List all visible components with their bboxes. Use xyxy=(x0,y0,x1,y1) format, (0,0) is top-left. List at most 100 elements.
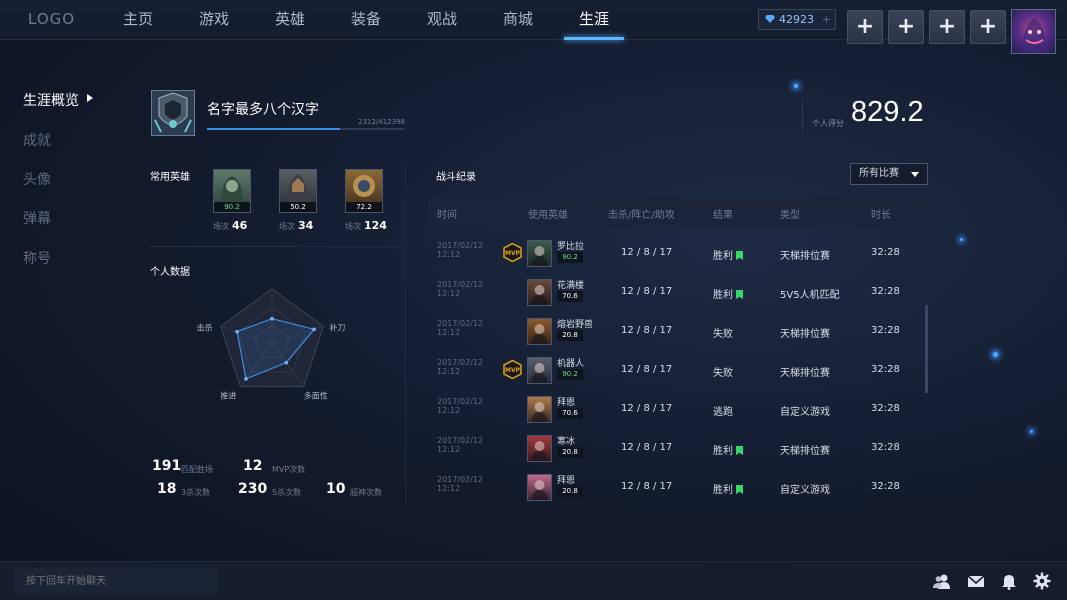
match-date: 2017/02/12 xyxy=(437,358,484,367)
hero-thumbnail xyxy=(527,357,552,384)
match-type: 自定义游戏 xyxy=(780,407,830,418)
match-kda: 12 / 8 / 17 xyxy=(621,364,673,375)
background-glow xyxy=(1030,430,1033,433)
match-time: 12:12 xyxy=(437,367,461,376)
column-header-result: 结果 xyxy=(713,210,733,221)
rank-emblem-icon xyxy=(151,90,195,136)
match-row[interactable]: 2017/02/12 12:12 MVP 机器人 90.2 12 / 8 / 17 失败 天梯… xyxy=(428,351,928,390)
match-filter-dropdown[interactable]: 所有比赛 xyxy=(850,163,928,185)
hero-name: 罗比拉 xyxy=(557,242,585,252)
common-hero-card[interactable]: 72.2 xyxy=(345,169,383,213)
match-row[interactable]: 2017/02/12 12:12 拜恩 20.8 12 / 8 / 17 胜利 自定义游戏 3… xyxy=(428,468,928,507)
stat-triple-kill-value: 18 xyxy=(157,481,177,497)
match-datetime: 2017/02/12 12:12 xyxy=(437,280,483,298)
nav-games[interactable]: 游戏 xyxy=(176,0,252,40)
match-result-text: 胜利 xyxy=(713,251,733,262)
common-heroes-title: 常用英雄 xyxy=(150,172,190,183)
common-hero-card[interactable]: 50.2 xyxy=(279,169,317,213)
match-result-text: 胜利 xyxy=(713,485,733,496)
hero-portrait-icon xyxy=(531,480,548,500)
nav-store[interactable]: 商城 xyxy=(480,0,556,40)
match-result-text: 胜利 xyxy=(713,446,733,457)
stat-match-wins-value: 191 xyxy=(152,458,182,474)
match-list-scrollbar[interactable] xyxy=(925,305,928,393)
hero-level: 20.8 xyxy=(557,447,583,458)
match-kda: 12 / 8 / 17 xyxy=(621,286,673,297)
avatar[interactable] xyxy=(1011,9,1056,54)
xp-progress-bar xyxy=(207,128,405,130)
score-value: 829.2 xyxy=(851,96,924,128)
match-datetime: 2017/02/12 12:12 xyxy=(437,475,483,493)
sidebar-item-overview[interactable]: 生涯概览 xyxy=(23,90,79,110)
hero-level: 70.6 xyxy=(557,291,583,302)
match-kda: 12 / 8 / 17 xyxy=(621,247,673,258)
match-type: 自定义游戏 xyxy=(780,485,830,496)
match-duration: 32:28 xyxy=(871,286,900,297)
match-row[interactable]: 2017/02/12 12:12 花满楼 70.6 12 / 8 / 17 胜利 5V5人机… xyxy=(428,273,928,312)
personal-data-title: 个人数据 xyxy=(150,267,190,278)
add-currency-button[interactable]: + xyxy=(822,10,831,29)
match-result-text: 逃跑 xyxy=(713,407,733,418)
hero-games: 场次 46 xyxy=(213,219,247,232)
friends-icon[interactable] xyxy=(933,572,951,590)
party-slot-4-button[interactable]: + xyxy=(970,10,1006,44)
column-header-duration: 时长 xyxy=(871,210,891,221)
hero-level: 50.2 xyxy=(280,202,316,212)
nav-equipment[interactable]: 装备 xyxy=(328,0,404,40)
match-kda: 12 / 8 / 17 xyxy=(621,481,673,492)
mvp-badge-text: MVP xyxy=(505,367,521,374)
hero-name: 机器人 xyxy=(557,359,585,369)
sidebar-item-achievements[interactable]: 成就 xyxy=(23,130,51,150)
diamond-icon xyxy=(765,15,775,23)
common-hero-card[interactable]: 90.2 xyxy=(213,169,251,213)
match-duration: 32:28 xyxy=(871,364,900,375)
radar-value-point xyxy=(244,377,248,381)
match-time: 12:12 xyxy=(437,445,461,454)
hero-level: 20.8 xyxy=(557,486,583,497)
background-glow xyxy=(794,84,798,88)
party-slot-2-button[interactable]: + xyxy=(888,10,924,44)
sidebar-item-danmaku[interactable]: 弹幕 xyxy=(23,208,51,228)
sidebar-item-titles[interactable]: 称号 xyxy=(23,248,51,268)
hero-thumbnail xyxy=(527,396,552,423)
match-type: 天梯排位赛 xyxy=(780,251,830,262)
match-row[interactable]: 2017/02/12 12:12 寒冰 20.8 12 / 8 / 17 胜利 天梯排位赛 3… xyxy=(428,429,928,468)
score-label: 个人评分 xyxy=(812,119,844,128)
avatar-portrait-icon xyxy=(1022,18,1047,50)
radar-axis-label: 推进 xyxy=(220,391,236,401)
currency-display[interactable]: 42923 + xyxy=(758,9,836,30)
nav-career[interactable]: 生涯 xyxy=(556,0,632,40)
hero-games: 场次 34 xyxy=(279,219,313,232)
radar-value-point xyxy=(235,329,239,334)
party-slot-3-button[interactable]: + xyxy=(929,10,965,44)
match-result: 胜利 xyxy=(713,286,743,301)
party-slot-1-button[interactable]: + xyxy=(847,10,883,44)
stat-legendary-label: 超神次数 xyxy=(350,488,382,497)
match-row[interactable]: 2017/02/12 12:12 拜恩 70.6 12 / 8 / 17 逃跑 自定义游戏 3… xyxy=(428,390,928,429)
mail-icon[interactable] xyxy=(967,572,985,590)
hero-name: 寒冰 xyxy=(557,437,576,447)
main-nav: 主页 游戏 英雄 装备 观战 商城 生涯 xyxy=(100,0,632,40)
match-filter-value: 所有比赛 xyxy=(859,168,899,179)
hero-name: 熔岩野兽 xyxy=(557,320,594,330)
nav-home[interactable]: 主页 xyxy=(100,0,176,40)
match-datetime: 2017/02/12 12:12 xyxy=(437,397,483,415)
score-divider xyxy=(802,100,803,132)
sidebar-item-avatar[interactable]: 头像 xyxy=(23,169,51,189)
match-table-header: 时间 使用英雄 击杀/阵亡/助攻 结果 类型 时长 xyxy=(428,197,928,227)
stat-penta-kill-label: 5杀次数 xyxy=(272,488,302,497)
bell-icon[interactable] xyxy=(1000,572,1018,590)
nav-spectate[interactable]: 观战 xyxy=(404,0,480,40)
chat-input[interactable] xyxy=(15,568,217,595)
hero-portrait-icon xyxy=(353,175,375,197)
logo: LOGO xyxy=(28,10,76,28)
match-row[interactable]: 2017/02/12 12:12 MVP 罗比拉 90.2 12 / 8 / 17 胜利 天梯… xyxy=(428,234,928,273)
games-count: 34 xyxy=(298,219,314,232)
stat-legendary-value: 10 xyxy=(326,481,346,497)
hero-portrait-icon xyxy=(531,246,548,266)
stat-triple-kill-label: 3杀次数 xyxy=(181,488,211,497)
match-type: 天梯排位赛 xyxy=(780,368,830,379)
gear-icon[interactable] xyxy=(1033,572,1051,590)
nav-heroes[interactable]: 英雄 xyxy=(252,0,328,40)
match-row[interactable]: 2017/02/12 12:12 熔岩野兽 20.8 12 / 8 / 17 失败 天梯排位… xyxy=(428,312,928,351)
